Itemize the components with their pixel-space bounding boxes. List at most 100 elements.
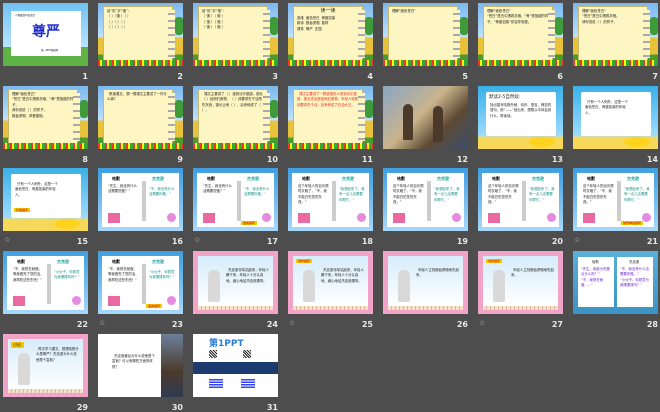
slide-thumbnail-2[interactable]: 给“饥”字“饿”： （ ）（饿 ）（ ） （ ）（ ）（ ） （ ）（ ）（ ） <box>98 3 183 66</box>
slide-thumbnail-4[interactable]: 读一读 逃难 面色苍白 骨瘦如柴 款待 狼吞虎咽 慈祥 捶背 尊严 庄园 <box>288 3 373 66</box>
flower-border <box>288 60 373 66</box>
highlight-tag: 动作描写 <box>296 259 313 263</box>
slide-thumbnail-8[interactable]: 理解“面色苍白” “苍白”是白中透着灰暗，“骨”是指瘦的样子。 请你说说（ ）的… <box>3 86 88 149</box>
content-card: 哈默 杰克逊 “不，我现在就做，等我做完了您的活，我再吃这些东西！” “小伙子，你愿意… <box>102 256 179 310</box>
slide-thumbnail-3[interactable]: 给“饥”字“饿”： （ 饿 ）（ 饿 ） （ 饿 ）（ 饿 ） （ 饿 ）（ 饿… <box>193 3 278 66</box>
slide-thumbnail-27[interactable]: 年轻人立刻狼吞虎咽地吃起来。 动作描写 <box>478 251 563 314</box>
slide-number: 16 <box>171 237 183 246</box>
tree-decoration <box>555 17 563 35</box>
slide-thumbnail-13[interactable]: 默读2-5自然段: 找出描写哈默外貌、动作、语言、神态的语句，用“——”划出来，想… <box>478 86 563 149</box>
slide-number: 23 <box>171 320 183 329</box>
slide-thumbnail-24[interactable]: 杰克逊将军站起来，年轻人蹲下来，年轻人十分认真地、细心地给杰克逊捶背。 <box>193 251 278 314</box>
content-card: 哈默 杰克逊 这个年轻人的目光顿时灰暗了，“不，我不能白吃您的东西。” “我想起来了，… <box>292 173 369 227</box>
statue-image <box>18 353 30 385</box>
book-spine <box>237 181 241 221</box>
slide-number: 26 <box>456 320 468 329</box>
book-spine <box>47 264 51 304</box>
slide-heading: 默读2-5自然段: <box>489 95 521 100</box>
slide-thumbnail-9[interactable]: 默读课文，想一想课文主要讲了一件什么事？ <box>98 86 183 149</box>
slide-text: 再次学习课文，想想哈默什么是尊严？杰克逊为什么说他是个富翁？ <box>36 347 79 362</box>
slide-thumbnail-25[interactable]: 杰克逊将军站起来，年轻人蹲下来，年轻人十分认真地、细心地给杰克逊捶背。 动作描写 <box>288 251 373 314</box>
slide-number: 27 <box>551 320 563 329</box>
slide-thumbnail-14[interactable]: 只有一个人例外，这是一个面色苍白、骨瘦如柴的年轻人。 <box>573 86 658 149</box>
slide-thumbnail-15[interactable]: 只有一个人例外，这是一个面色苍白、骨瘦如柴的年轻人。 外貌描写 <box>3 168 88 231</box>
notebook-paper: 理解“面色苍白” “苍白”是白中透着灰暗。 请你说说（ ）的样子。 <box>578 6 648 61</box>
flower-border <box>288 143 373 149</box>
tree-decoration <box>175 100 183 118</box>
left-text: “不，我现在就做，等我做完了您的活，我再吃这些东西！” <box>108 267 139 282</box>
spiral-binding <box>73 93 80 141</box>
slide-thumbnail-21[interactable]: 哈默 杰克逊 这个年轻人的目光顿时灰暗了，“不，我不能白吃您的东西。” “我想起来了，… <box>573 168 658 231</box>
tree-decoration <box>365 17 373 35</box>
flower-decoration <box>624 137 650 147</box>
gift-decoration <box>393 213 405 223</box>
slide-thumbnail-1[interactable]: 人教版四年级语文 尊严 第一PPT模板网 <box>3 3 88 66</box>
slide-thumbnail-23[interactable]: 哈默 杰克逊 “不，我现在就做，等我做完了您的活，我再吃这些东西！” “小伙子，你愿意… <box>98 251 183 314</box>
slide-thumbnail-16[interactable]: 哈默 杰克逊 “先生，我没有什么活需要您做？” “不，我没有什么活需要你做。” <box>98 168 183 231</box>
slide-number: 13 <box>551 155 563 164</box>
slide-thumbnail-28[interactable]: 哈默 “先生，我能为您做点什么吗？” “不，我现在就做……” 杰克逊 “不，我没有什么… <box>573 251 658 314</box>
slide-thumbnail-19[interactable]: 哈默 杰克逊 这个年轻人的目光顿时灰暗了，“不，我不能白吃您的东西。” “我想起来了，… <box>383 168 468 231</box>
tree-decoration <box>365 100 373 118</box>
slide-thumbnail-22[interactable]: 哈默 杰克逊 “不，我现在就做，等我做完了您的活，我再吃这些东西！” “小伙子，你愿意… <box>3 251 88 314</box>
slide-thumbnail-5[interactable]: 理解“面色苍白” <box>383 3 468 66</box>
right-heading: 杰克逊 <box>247 176 259 181</box>
book-spine <box>617 181 621 221</box>
right-text: “我想起来了，我有一点儿活需要你帮忙。” <box>624 187 650 202</box>
slide-thumbnail-31[interactable]: 第1PPT <box>193 334 278 397</box>
slide-number: 6 <box>557 72 563 81</box>
slide-thumbnail-6[interactable]: 理解“面色苍白” “苍白”是白中透着灰暗，“骨”是指瘦的样子。“骨瘦如柴”形容非… <box>478 3 563 66</box>
flower-border <box>98 60 183 66</box>
slide-text: 只有一个人例外，这是一个面色苍白、骨瘦如柴的年轻人。 <box>585 100 628 115</box>
slide-thumbnail-30[interactable]: 杰克逊最后为什么说他是个富翁？可以有哪些方面的体现？ <box>98 334 183 397</box>
link-list <box>209 379 223 389</box>
slide-text: 年轻人立刻狼吞虎咽地吃起来。 <box>416 268 459 278</box>
slide-number: 24 <box>266 320 278 329</box>
statue-image <box>493 270 505 302</box>
slide-text: 杰克逊最后为什么说他是个富翁？可以有哪些方面的体现？ <box>112 354 155 369</box>
right-text: “不，我没有什么活需要你做。” “小伙子，你愿意为我捶捶背吗？” <box>620 267 649 288</box>
slide-thumbnail-17[interactable]: 哈默 杰克逊 “先生，我没有什么活需要您做？” “不，我没有什么活需要你做。” 语言描写 <box>193 168 278 231</box>
right-heading: 杰克逊 <box>57 259 69 264</box>
slide-thumbnail-11[interactable]: 课文主要讲了一群逃难的人来到沃尔逊镇，镇长杰克逊给他们食物，年轻人哈默却要求先干… <box>288 86 373 149</box>
left-heading: 哈默 <box>492 176 500 181</box>
slide-number: 10 <box>266 155 278 164</box>
content-card: 只有一个人例外，这是一个面色苍白、骨瘦如柴的年轻人。 外貌描写 <box>11 174 81 218</box>
right-text: “小伙子，你愿意为我捶捶背吗？” <box>149 270 175 280</box>
slide-number: 29 <box>76 403 88 412</box>
animation-icon: ☆ <box>289 319 296 327</box>
left-text: 这个年轻人的目光顿时灰暗了，“不，我不能白吃您的东西。” <box>298 184 329 205</box>
slide-thumbnail-29[interactable]: 再次学习课文，想想哈默什么是尊严？杰克逊为什么说他是个富翁？ 讨论: <box>3 334 88 397</box>
slide-text: 课文主要讲了（ ）逃到沃尔逊镇，镇长（ ）给他们食物，（ ）却要求先干活再吃东西… <box>202 92 263 113</box>
book-spine <box>332 181 336 221</box>
figure-old-man <box>403 104 413 140</box>
balloon-decoration <box>72 296 81 305</box>
slide-number: 7 <box>652 72 658 81</box>
slide-thumbnail-12[interactable] <box>383 86 468 149</box>
animation-icon: ☆ <box>479 319 486 327</box>
book-spine <box>522 181 526 221</box>
content-card: 哈默 杰克逊 这个年轻人的目光顿时灰暗了，“不，我不能白吃您的东西。” “我想起来了，… <box>387 173 464 227</box>
slide-thumbnail-18[interactable]: 哈默 杰克逊 这个年轻人的目光顿时灰暗了，“不，我不能白吃您的东西。” “我想起来了，… <box>288 168 373 231</box>
qr-code <box>209 350 217 358</box>
slide-heading: 读一读 <box>320 8 336 14</box>
slide-thumbnail-7[interactable]: 理解“面色苍白” “苍白”是白中透着灰暗。 请你说说（ ）的样子。 <box>573 3 658 66</box>
notebook-paper: 理解“面色苍白” “苍白”是白中透着灰暗，“骨”是指瘦的样子。 请你说说（ ）的… <box>8 89 78 144</box>
slide-thumbnail-10[interactable]: 课文主要讲了（ ）逃到沃尔逊镇，镇长（ ）给他们食物，（ ）却要求先干活再吃东西… <box>193 86 278 149</box>
logo: 第1PPT <box>209 339 244 349</box>
content-card: 杰克逊将军站起来，年轻人蹲下来，年轻人十分认真地、细心地给杰克逊捶背。 <box>198 256 273 306</box>
animation-icon: ☆ <box>574 236 581 244</box>
content-card: 再次学习课文，想想哈默什么是尊严？杰克逊为什么说他是个富翁？ 讨论: <box>8 339 83 389</box>
tree-decoration <box>650 17 658 35</box>
spiral-binding <box>263 10 270 58</box>
fence-decoration <box>293 306 368 310</box>
right-page: 杰克逊 “不，我没有什么活需要你做。” “小伙子，你愿意为我捶捶背吗？” <box>617 257 653 307</box>
balloon-decoration <box>357 213 366 222</box>
right-heading: 杰克逊 <box>437 176 449 181</box>
gift-decoration <box>108 213 120 223</box>
slide-thumbnail-26[interactable]: 年轻人立刻狼吞虎咽地吃起来。 <box>383 251 468 314</box>
slide-text: 理解“面色苍白” “苍白”是白中透着灰暗，“骨”是指瘦的样子。 请你说说（ ）的… <box>12 92 74 118</box>
right-heading: 杰克逊 <box>532 176 544 181</box>
notebook-paper: 默读课文，想一想课文主要讲了一件什么事？ <box>103 89 173 144</box>
slide-thumbnail-20[interactable]: 哈默 杰克逊 这个年轻人的目光顿时灰暗了，“不，我不能白吃您的东西。” “我想起来了，… <box>478 168 563 231</box>
